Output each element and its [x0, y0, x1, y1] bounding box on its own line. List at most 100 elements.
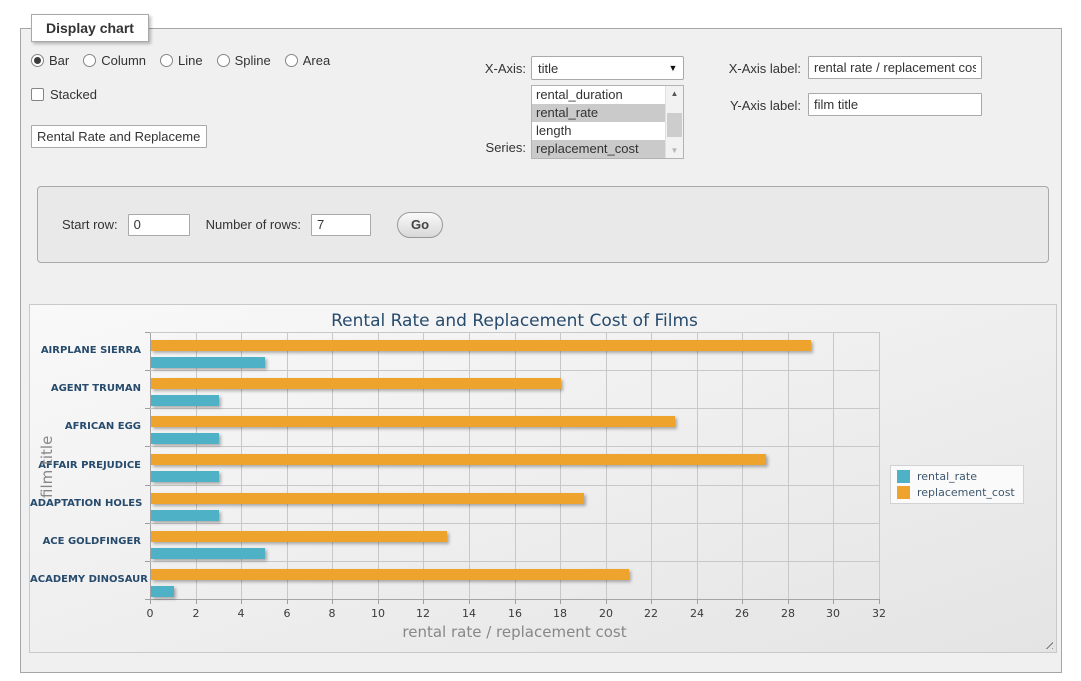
chart-type-label: Line — [178, 53, 203, 68]
chart-legend: rental_rate replacement_cost — [890, 465, 1024, 504]
go-button[interactable]: Go — [397, 212, 443, 238]
chart-title: Rental Rate and Replacement Cost of Film… — [331, 311, 698, 331]
radio-line-icon[interactable] — [160, 54, 173, 67]
num-rows-input[interactable] — [311, 214, 371, 236]
chart-bar-replacement_cost[interactable] — [151, 493, 584, 504]
x-tick-label: 32 — [872, 607, 886, 620]
gridline-horizontal — [150, 446, 879, 447]
gridline-horizontal — [150, 408, 879, 409]
legend-item-rental_rate[interactable]: rental_rate — [897, 470, 1015, 483]
y-tick-mark — [145, 332, 150, 333]
chart-bar-replacement_cost[interactable] — [151, 416, 675, 427]
chart-bar-rental_rate[interactable] — [151, 357, 265, 368]
x-tick-label: 20 — [599, 607, 613, 620]
radio-spline-icon[interactable] — [217, 54, 230, 67]
category-label: AIRPLANE SIERRA — [30, 345, 141, 356]
chart-bar-replacement_cost[interactable] — [151, 378, 561, 389]
chart-type-label: Area — [303, 53, 330, 68]
rows-form: Start row: Number of rows: Go — [37, 186, 1049, 263]
chart-type-radio-spline[interactable]: Spline — [217, 53, 271, 68]
chart-type-radio-column[interactable]: Column — [83, 53, 146, 68]
series-option-rental_rate[interactable]: rental_rate — [532, 104, 683, 122]
x-axis-select-label: X-Axis: — [451, 61, 526, 76]
gridline-horizontal — [150, 485, 879, 486]
gridline-vertical — [423, 332, 424, 599]
x-tick-mark — [879, 599, 880, 604]
y-tick-mark — [145, 485, 150, 486]
start-row-input[interactable] — [128, 214, 190, 236]
legend-item-replacement_cost[interactable]: replacement_cost — [897, 486, 1015, 499]
scrollbar-thumb[interactable] — [667, 113, 682, 137]
series-listbox[interactable]: rental_durationrental_ratelengthreplacem… — [531, 85, 684, 159]
y-tick-mark — [145, 599, 150, 600]
x-tick-label: 8 — [329, 607, 336, 620]
series-option-length[interactable]: length — [532, 122, 683, 140]
scroll-up-icon[interactable]: ▲ — [666, 86, 683, 101]
series-options: rental_durationrental_ratelengthreplacem… — [532, 86, 683, 158]
gridline-vertical — [788, 332, 789, 599]
radio-column-icon[interactable] — [83, 54, 96, 67]
gridline-vertical — [515, 332, 516, 599]
chart-container: Rental Rate and Replacement Cost of Film… — [29, 304, 1057, 653]
radio-area-icon[interactable] — [285, 54, 298, 67]
x-tick-label: 14 — [462, 607, 476, 620]
series-scrollbar[interactable]: ▲ ▼ — [665, 86, 683, 158]
y-axis-label-input[interactable] — [808, 93, 982, 116]
chart-bar-replacement_cost[interactable] — [151, 569, 629, 580]
y-tick-mark — [145, 523, 150, 524]
chart-bar-replacement_cost[interactable] — [151, 454, 766, 465]
start-row-label: Start row: — [62, 217, 118, 232]
stacked-checkbox[interactable] — [31, 88, 44, 101]
chart-bar-rental_rate[interactable] — [151, 510, 219, 521]
gridline-horizontal — [150, 370, 879, 371]
y-tick-mark — [145, 446, 150, 447]
chart-bar-rental_rate[interactable] — [151, 548, 265, 559]
scroll-down-icon[interactable]: ▼ — [666, 143, 683, 158]
x-axis-select-value: title — [532, 61, 663, 76]
chart-bar-replacement_cost[interactable] — [151, 340, 811, 351]
series-select-label: Series: — [451, 140, 526, 155]
legend-label: rental_rate — [917, 470, 977, 483]
x-tick-label: 24 — [690, 607, 704, 620]
x-tick-label: 10 — [371, 607, 385, 620]
chart-bar-rental_rate[interactable] — [151, 433, 219, 444]
category-label: AFRICAN EGG — [30, 421, 141, 432]
y-tick-mark — [145, 408, 150, 409]
x-tick-label: 0 — [147, 607, 154, 620]
x-axis-title: rental rate / replacement cost — [402, 623, 626, 641]
gridline-vertical — [833, 332, 834, 599]
panel-legend: Display chart — [31, 14, 149, 42]
chart-type-label: Bar — [49, 53, 69, 68]
chart-bar-rental_rate[interactable] — [151, 586, 174, 597]
y-tick-mark — [145, 370, 150, 371]
x-axis-label-label: X-Axis label: — [701, 61, 801, 76]
gridline-horizontal — [150, 523, 879, 524]
gridline-vertical — [332, 332, 333, 599]
gridline-vertical — [879, 332, 880, 599]
chart-type-radio-bar[interactable]: Bar — [31, 53, 69, 68]
chart-bar-replacement_cost[interactable] — [151, 531, 447, 542]
series-option-replacement_cost[interactable]: replacement_cost — [532, 140, 683, 158]
resize-handle-icon[interactable] — [1042, 638, 1053, 649]
chart-title-input[interactable] — [31, 125, 207, 148]
category-label: ADAPTATION HOLES — [30, 498, 141, 509]
category-label: ACADEMY DINOSAUR — [30, 574, 141, 585]
x-tick-label: 22 — [644, 607, 658, 620]
x-axis-label-input[interactable] — [808, 56, 982, 79]
radio-bar-icon[interactable] — [31, 54, 44, 67]
series-option-rental_duration[interactable]: rental_duration — [532, 86, 683, 104]
chart-type-radio-area[interactable]: Area — [285, 53, 330, 68]
chart-bar-rental_rate[interactable] — [151, 395, 219, 406]
x-tick-label: 16 — [508, 607, 522, 620]
stacked-checkbox-row[interactable]: Stacked — [31, 87, 97, 102]
page: Display chart Bar Column Line Spline Area St… — [0, 0, 1081, 681]
gridline-vertical — [378, 332, 379, 599]
x-axis-select[interactable]: title ▼ — [531, 56, 684, 80]
x-tick-label: 28 — [781, 607, 795, 620]
y-axis-label-label: Y-Axis label: — [701, 98, 801, 113]
chart-bar-rental_rate[interactable] — [151, 471, 219, 482]
chart-type-radio-line[interactable]: Line — [160, 53, 203, 68]
gridline-horizontal — [150, 599, 879, 600]
gridline-vertical — [742, 332, 743, 599]
x-tick-label: 12 — [416, 607, 430, 620]
